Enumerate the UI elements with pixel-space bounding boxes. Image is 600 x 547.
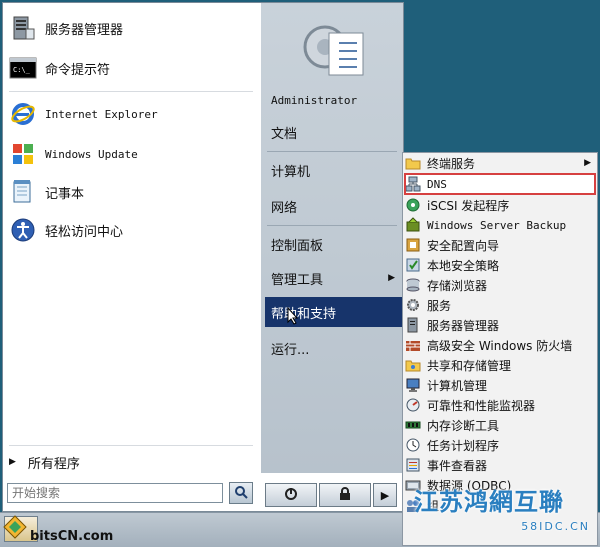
submenu-item-server-backup[interactable]: Windows Server Backup <box>405 215 595 235</box>
user-picture <box>299 17 369 83</box>
services-icon <box>405 297 421 313</box>
recent-notepad[interactable]: 记事本 <box>9 177 249 207</box>
power-buttons: ▶ <box>265 483 399 507</box>
task-scheduler-icon <box>405 437 421 453</box>
right-item-control-panel[interactable]: 控制面板 <box>271 231 403 257</box>
dns-icon <box>405 176 421 192</box>
separator <box>9 445 253 446</box>
right-item-network[interactable]: 网络 <box>271 193 403 219</box>
watermark-right: 江苏鸿網互聯 58IDC.CN <box>414 488 590 533</box>
svg-text:C:\_: C:\_ <box>13 66 31 74</box>
right-item-label: 网络 <box>271 200 298 216</box>
all-programs-label: 所有程序 <box>27 456 80 472</box>
recent-windows-update[interactable]: Windows Update <box>9 139 249 169</box>
watermark-logo-icon <box>2 514 28 544</box>
submenu-item-iscsi[interactable]: iSCSI 发起程序 <box>405 195 595 215</box>
chevron-right-icon: ▶ <box>388 273 395 283</box>
right-item-admin-tools[interactable]: 管理工具 ▶ <box>271 265 403 291</box>
recent-label: 记事本 <box>45 186 85 202</box>
notepad-icon <box>9 178 37 206</box>
recent-label: Internet Explorer <box>45 107 158 121</box>
share-icon <box>405 357 421 373</box>
chevron-right-icon: ▶ <box>584 158 591 168</box>
firewall-icon <box>405 337 421 353</box>
search-icon <box>234 485 248 502</box>
submenu-item-firewall[interactable]: 高级安全 Windows 防火墙 <box>405 335 595 355</box>
start-menu: 服务器管理器 C:\_ 命令提示符 Internet Explorer Wind… <box>2 2 405 512</box>
computer-mgmt-icon <box>405 377 421 393</box>
server-manager-icon <box>9 14 37 42</box>
right-item-computer[interactable]: 计算机 <box>271 157 403 183</box>
right-item-label: 计算机 <box>271 164 311 180</box>
right-item-user[interactable]: Administrator <box>271 87 403 113</box>
storage-icon <box>405 277 421 293</box>
search-button[interactable] <box>229 482 253 504</box>
separator <box>9 91 253 92</box>
pinned-label: 服务器管理器 <box>45 22 124 38</box>
ease-of-access-icon <box>9 216 37 244</box>
submenu-item-event-viewer[interactable]: 事件查看器 <box>405 455 595 475</box>
right-item-help[interactable]: 帮助和支持 <box>265 297 405 327</box>
power-icon <box>284 487 298 504</box>
separator <box>267 151 397 152</box>
mouse-cursor-icon <box>287 306 299 329</box>
pinned-server-manager[interactable]: 服务器管理器 <box>9 13 249 43</box>
submenu-item-share-storage[interactable]: 共享和存储管理 <box>405 355 595 375</box>
more-options-button[interactable]: ▶ <box>373 483 397 507</box>
right-item-label: 文档 <box>271 126 298 142</box>
submenu-item-perf-monitor[interactable]: 可靠性和性能监视器 <box>405 395 595 415</box>
watermark-left: bitsCN.com <box>2 512 113 544</box>
submenu-item-storage-explorer[interactable]: 存储浏览器 <box>405 275 595 295</box>
all-programs-button[interactable]: ▶ 所有程序 <box>9 451 253 473</box>
pinned-label: 命令提示符 <box>45 62 111 78</box>
windows-update-icon <box>9 140 37 168</box>
submenu-item-task-scheduler[interactable]: 任务计划程序 <box>405 435 595 455</box>
lock-icon <box>338 486 352 504</box>
start-menu-left-pane: 服务器管理器 C:\_ 命令提示符 Internet Explorer Wind… <box>3 3 262 443</box>
backup-icon <box>405 217 421 233</box>
recent-ie[interactable]: Internet Explorer <box>9 99 249 129</box>
submenu-item-services[interactable]: 服务 <box>405 295 595 315</box>
chevron-right-icon: ▶ <box>380 488 390 502</box>
submenu-item-local-policy[interactable]: 本地安全策略 <box>405 255 595 275</box>
iscsi-icon <box>405 197 421 213</box>
right-item-label: Administrator <box>271 93 358 107</box>
local-policy-icon <box>405 257 421 273</box>
ie-icon <box>9 100 37 128</box>
pinned-cmd[interactable]: C:\_ 命令提示符 <box>9 53 249 83</box>
start-search-input[interactable] <box>7 483 223 503</box>
right-item-documents[interactable]: 文档 <box>271 119 403 145</box>
power-button[interactable] <box>265 483 317 507</box>
submenu-item-computer-management[interactable]: 计算机管理 <box>405 375 595 395</box>
perf-monitor-icon <box>405 397 421 413</box>
server-manager-icon <box>405 317 421 333</box>
security-wizard-icon <box>405 237 421 253</box>
lock-button[interactable] <box>319 483 371 507</box>
recent-label: Windows Update <box>45 147 138 161</box>
right-item-label: 帮助和支持 <box>271 306 337 322</box>
folder-icon <box>405 155 421 171</box>
triangle-right-icon: ▶ <box>9 457 16 467</box>
right-item-run[interactable]: 运行... <box>271 335 403 361</box>
right-item-label: 运行... <box>271 342 310 358</box>
recent-label: 轻松访问中心 <box>45 224 124 240</box>
event-viewer-icon <box>405 457 421 473</box>
submenu-item-memory-diagnostics[interactable]: 内存诊断工具 <box>405 415 595 435</box>
cmd-icon: C:\_ <box>9 54 37 82</box>
submenu-item-security-wizard[interactable]: 安全配置向导 <box>405 235 595 255</box>
submenu-item-terminal-services[interactable]: 终端服务 ▶ <box>405 153 595 173</box>
recent-ease-of-access[interactable]: 轻松访问中心 <box>9 215 249 245</box>
right-item-label: 管理工具 <box>271 272 324 288</box>
memory-icon <box>405 417 421 433</box>
submenu-item-dns[interactable]: DNS <box>404 173 596 195</box>
separator <box>267 225 397 226</box>
submenu-item-server-manager[interactable]: 服务器管理器 <box>405 315 595 335</box>
right-item-label: 控制面板 <box>271 238 324 254</box>
